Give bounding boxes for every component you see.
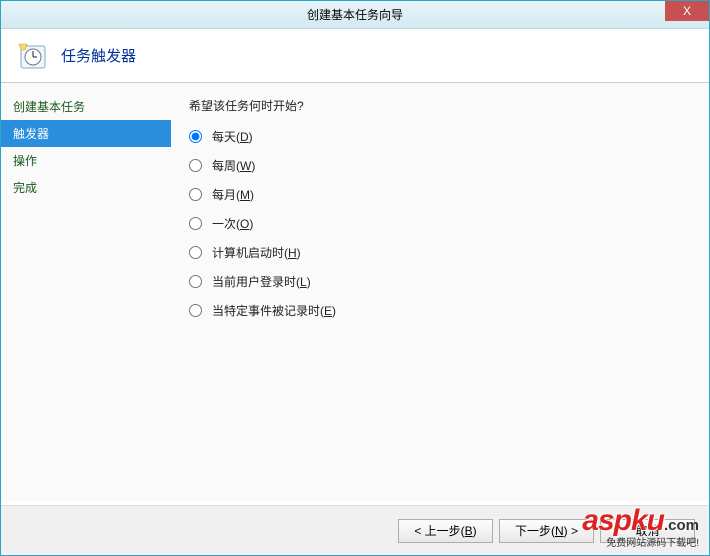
- sidebar-item-action[interactable]: 操作: [1, 147, 171, 174]
- titlebar: 创建基本任务向导 X: [1, 1, 709, 29]
- radio-row-monthly[interactable]: 每月(M): [189, 186, 691, 203]
- radio-label-weekly: 每周(W): [212, 157, 255, 174]
- back-button[interactable]: < 上一步(B): [398, 519, 493, 543]
- radio-label-event: 当特定事件被记录时(E): [212, 302, 336, 319]
- wizard-sidebar: 创建基本任务 触发器 操作 完成: [1, 83, 171, 501]
- radio-label-logon: 当前用户登录时(L): [212, 273, 311, 290]
- close-button[interactable]: X: [665, 1, 709, 21]
- radio-row-daily[interactable]: 每天(D): [189, 128, 691, 145]
- trigger-options: 每天(D) 每周(W) 每月(M) 一次(O) 计算机启动时(H) 当前用户登录…: [189, 128, 691, 331]
- sidebar-item-create-task[interactable]: 创建基本任务: [1, 93, 171, 120]
- radio-label-once: 一次(O): [212, 215, 253, 232]
- radio-startup[interactable]: [189, 246, 202, 259]
- next-button[interactable]: 下一步(N) >: [499, 519, 594, 543]
- radio-row-weekly[interactable]: 每周(W): [189, 157, 691, 174]
- wizard-main: 希望该任务何时开始? 每天(D) 每周(W) 每月(M) 一次(O) 计算机启动…: [171, 83, 709, 501]
- wizard-footer: < 上一步(B) 下一步(N) > 取消: [1, 505, 709, 555]
- radio-label-monthly: 每月(M): [212, 186, 254, 203]
- radio-event[interactable]: [189, 304, 202, 317]
- radio-row-event[interactable]: 当特定事件被记录时(E): [189, 302, 691, 319]
- radio-once[interactable]: [189, 217, 202, 230]
- wizard-content: 创建基本任务 触发器 操作 完成 希望该任务何时开始? 每天(D) 每周(W) …: [1, 83, 709, 501]
- radio-label-startup: 计算机启动时(H): [212, 244, 301, 261]
- radio-label-daily: 每天(D): [212, 128, 253, 145]
- radio-row-startup[interactable]: 计算机启动时(H): [189, 244, 691, 261]
- radio-row-once[interactable]: 一次(O): [189, 215, 691, 232]
- radio-monthly[interactable]: [189, 188, 202, 201]
- trigger-prompt: 希望该任务何时开始?: [189, 97, 691, 114]
- cancel-button[interactable]: 取消: [600, 519, 695, 543]
- clock-wizard-icon: [17, 40, 49, 72]
- page-title: 任务触发器: [61, 45, 136, 66]
- radio-logon[interactable]: [189, 275, 202, 288]
- window-title: 创建基本任务向导: [307, 6, 403, 23]
- radio-daily[interactable]: [189, 130, 202, 143]
- close-icon: X: [683, 4, 691, 18]
- sidebar-item-finish[interactable]: 完成: [1, 174, 171, 201]
- radio-row-logon[interactable]: 当前用户登录时(L): [189, 273, 691, 290]
- wizard-header: 任务触发器: [1, 29, 709, 83]
- radio-weekly[interactable]: [189, 159, 202, 172]
- sidebar-item-trigger[interactable]: 触发器: [1, 120, 171, 147]
